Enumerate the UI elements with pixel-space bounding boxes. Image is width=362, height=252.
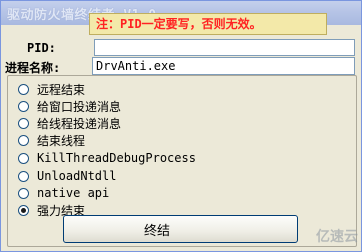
notice-banner: 注：PID一定要写，否则无效。: [89, 13, 327, 35]
radio-label: 给线程投递消息: [37, 116, 122, 131]
radio-terminate-thread[interactable]: 结束线程: [18, 131, 85, 149]
app-window: 驱动防火墙终结者 V1.0 注：PID一定要写，否则无效。 PID: 进程名称:…: [0, 0, 362, 252]
watermark-logo: 亿速云: [315, 223, 359, 249]
radio-label: UnloadNtdll: [37, 169, 117, 183]
radio-button-icon[interactable]: [18, 83, 29, 95]
watermark-text: 亿速云: [316, 229, 358, 245]
radio-button-icon[interactable]: [18, 170, 29, 182]
radio-label: KillThreadDebugProcess: [37, 151, 196, 165]
pid-label: PID:: [27, 41, 56, 55]
radio-label: 结束线程: [37, 133, 86, 148]
radio-kill-thread-debug-process[interactable]: KillThreadDebugProcess: [18, 149, 196, 167]
radio-button-icon[interactable]: [18, 117, 29, 129]
radio-button-icon[interactable]: [18, 152, 29, 164]
radio-button-icon[interactable]: [18, 100, 29, 112]
radio-button-checked-icon[interactable]: [18, 204, 29, 216]
process-name-input[interactable]: [92, 57, 355, 75]
radio-remote-end[interactable]: 远程结束: [18, 80, 85, 98]
terminate-button[interactable]: 终结: [63, 215, 298, 243]
radio-label: native api: [37, 186, 110, 200]
radio-button-icon[interactable]: [18, 134, 29, 146]
radio-label: 远程结束: [37, 82, 86, 97]
radio-post-window-message[interactable]: 给窗口投递消息: [18, 97, 121, 115]
radio-button-icon[interactable]: [18, 187, 29, 199]
pid-input[interactable]: [94, 39, 355, 56]
radio-unload-ntdll[interactable]: UnloadNtdll: [18, 167, 116, 185]
process-name-label: 进程名称:: [5, 61, 61, 75]
radio-post-thread-message[interactable]: 给线程投递消息: [18, 114, 121, 132]
radio-native-api[interactable]: native api: [18, 184, 109, 202]
radio-label: 给窗口投递消息: [37, 99, 122, 114]
